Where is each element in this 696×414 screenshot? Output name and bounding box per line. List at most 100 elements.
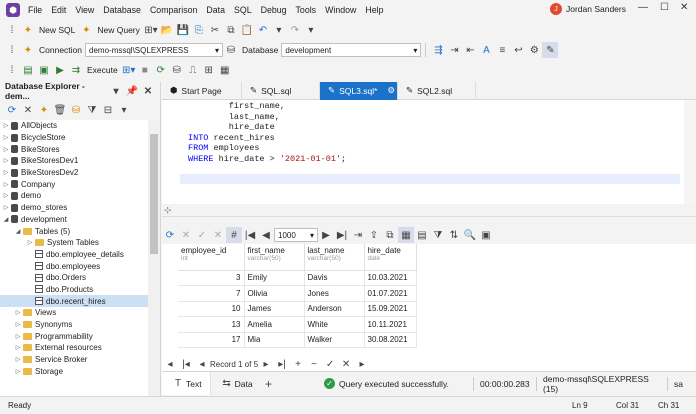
expanded-arrow-icon[interactable]: ◢	[14, 228, 22, 235]
collapsed-arrow-icon[interactable]: ▷	[14, 321, 22, 328]
tree-item[interactable]: ▷ Storage	[0, 365, 148, 377]
table-cell[interactable]: 10.11.2021	[364, 316, 417, 333]
split-handle-icon[interactable]: ⊹	[164, 205, 172, 216]
tree-item[interactable]: ▷ AllObjects	[0, 120, 148, 132]
tree-item[interactable]: ▷ demo	[0, 190, 148, 202]
code-completion-icon[interactable]: ✎	[542, 42, 559, 58]
column-header[interactable]: employee_id int	[178, 244, 245, 271]
execute-selection-icon[interactable]: ▣	[36, 62, 52, 78]
tree-item[interactable]: dbo.Products	[0, 284, 148, 296]
close-panel-icon[interactable]: ✕	[140, 83, 156, 99]
tree-item[interactable]: dbo.employees	[0, 260, 148, 272]
column-header[interactable]: last_name varchar(50)	[304, 244, 365, 271]
menu-window[interactable]: Window	[325, 5, 356, 15]
tree-item[interactable]: ▷ BicycleStore	[0, 132, 148, 144]
refresh-icon[interactable]: ⟳	[153, 62, 169, 78]
table-cell[interactable]: Olivia	[244, 285, 305, 302]
confirm-record-icon[interactable]: ✓	[322, 356, 338, 372]
tree-item[interactable]: ▷ Programmability	[0, 330, 148, 342]
card-view-icon[interactable]: ▤	[414, 227, 430, 243]
collapsed-arrow-icon[interactable]: ▷	[2, 146, 10, 153]
collapsed-arrow-icon[interactable]: ▷	[14, 368, 22, 375]
new-connection-icon[interactable]: ✦	[36, 102, 52, 118]
table-cell[interactable]: 15.09.2021	[364, 301, 417, 317]
menu-help[interactable]: Help	[365, 5, 383, 15]
collapsed-arrow-icon[interactable]: ▷	[2, 169, 10, 176]
tree-item[interactable]: dbo.recent_hires	[0, 295, 148, 307]
tree-item[interactable]: ▷ BikeStoresDev1	[0, 155, 148, 167]
find-icon[interactable]: 🔍	[462, 227, 478, 243]
menu-tools[interactable]: Tools	[296, 5, 317, 15]
menu-debug[interactable]: Debug	[261, 5, 287, 15]
open-folder-icon[interactable]: 📂	[159, 22, 175, 38]
copy-icon[interactable]: ⧉	[382, 227, 398, 243]
table-row[interactable]: 17 Mia Walker 30.08.2021	[178, 332, 417, 348]
stop-icon[interactable]: ■	[137, 62, 153, 78]
table-cell[interactable]: Amelia	[244, 316, 305, 333]
table-cell[interactable]: 7	[178, 285, 245, 302]
expanded-arrow-icon[interactable]: ◢	[2, 216, 10, 223]
table-cell[interactable]: Davis	[304, 270, 365, 286]
tree-item[interactable]: ▷ demo_stores	[0, 202, 148, 214]
close-icon[interactable]: ✕	[680, 2, 688, 13]
column-header[interactable]: hire_date date	[364, 244, 417, 271]
tab-0[interactable]: ⬢ Start Page	[162, 81, 242, 100]
tree-item[interactable]: ▷ Company	[0, 178, 148, 190]
sql-editor[interactable]: first_name, last_name, hire_date INTO rec…	[162, 100, 696, 204]
uncomment-icon[interactable]: ≡	[494, 42, 510, 58]
panel-menu-icon[interactable]: ▾	[108, 83, 124, 99]
grid-mode-icon[interactable]: #	[226, 227, 242, 243]
profiler-icon[interactable]: ⎍	[185, 62, 201, 78]
explorer-scroll-thumb[interactable]	[150, 134, 158, 254]
filter-icon[interactable]: ⧩	[84, 102, 100, 118]
table-cell[interactable]: James	[244, 301, 305, 317]
tab-2[interactable]: ✎ SQL3.sql* ⚙	[320, 81, 398, 100]
undo-dropdown-icon[interactable]: ▾	[271, 22, 287, 38]
connection-select[interactable]: demo-mssql\SQLEXPRESS ▾	[85, 43, 224, 57]
indent-icon[interactable]: ⇥	[446, 42, 462, 58]
comment-icon[interactable]: A	[478, 42, 494, 58]
execute-current-icon[interactable]: ▤	[20, 62, 36, 78]
editor-scrollbar[interactable]	[684, 100, 696, 204]
format-icon[interactable]: ⇶	[430, 42, 446, 58]
new-query-button[interactable]: New Query	[97, 25, 140, 35]
table-row[interactable]: 10 James Anderson 15.09.2021	[178, 301, 417, 317]
paste-icon[interactable]: 📋	[239, 22, 255, 38]
new-sql-button[interactable]: New SQL	[39, 25, 75, 35]
refresh-icon[interactable]: ⟳	[162, 227, 178, 243]
data-tab[interactable]: ⇆ Data	[211, 376, 261, 392]
menu-edit[interactable]: Edit	[51, 5, 66, 15]
collapse-icon[interactable]: ⊟	[100, 102, 116, 118]
grid-icon[interactable]: ⊞	[201, 62, 217, 78]
next-page-icon[interactable]: ▶	[318, 227, 334, 243]
more-icon[interactable]: ▾	[116, 102, 132, 118]
add-tab-icon[interactable]: +	[261, 376, 277, 392]
execute-dropdown-icon[interactable]: ⊞▾	[121, 62, 137, 78]
user-account[interactable]: J Jordan Sanders	[549, 3, 626, 15]
outdent-icon[interactable]: ⇤	[462, 42, 478, 58]
editor-horizontal-scrollbar[interactable]	[162, 216, 696, 226]
tree-item[interactable]: ▷ BikeStoresDev2	[0, 167, 148, 179]
table-cell[interactable]: Jones	[304, 285, 365, 302]
tab-options-icon[interactable]: ⚙	[387, 85, 395, 96]
delete-record-icon[interactable]: −	[306, 356, 322, 372]
export-icon[interactable]: ⇪	[366, 227, 382, 243]
cut-icon[interactable]: ✂	[207, 22, 223, 38]
tree-item[interactable]: ▷ External resources	[0, 342, 148, 354]
first-record-icon[interactable]: |◂	[178, 356, 194, 372]
menu-comparison[interactable]: Comparison	[150, 5, 197, 15]
execute-button[interactable]: Execute	[87, 65, 118, 75]
table-cell[interactable]: 01.07.2021	[364, 285, 417, 302]
add-record-icon[interactable]: +	[290, 356, 306, 372]
save-icon[interactable]: 💾	[175, 22, 191, 38]
table-cell[interactable]: White	[304, 316, 365, 333]
table-cell[interactable]: 13	[178, 316, 245, 333]
last-record-icon[interactable]: ▸|	[274, 356, 290, 372]
collapsed-arrow-icon[interactable]: ▷	[2, 122, 10, 129]
table-cell[interactable]: Emily	[244, 270, 305, 286]
table-cell[interactable]: Walker	[304, 332, 365, 348]
tree-item[interactable]: ▷ Service Broker	[0, 354, 148, 366]
pin-icon[interactable]: 📌	[124, 83, 140, 99]
apply-icon[interactable]: ✓	[194, 227, 210, 243]
table-cell[interactable]: 17	[178, 332, 245, 348]
